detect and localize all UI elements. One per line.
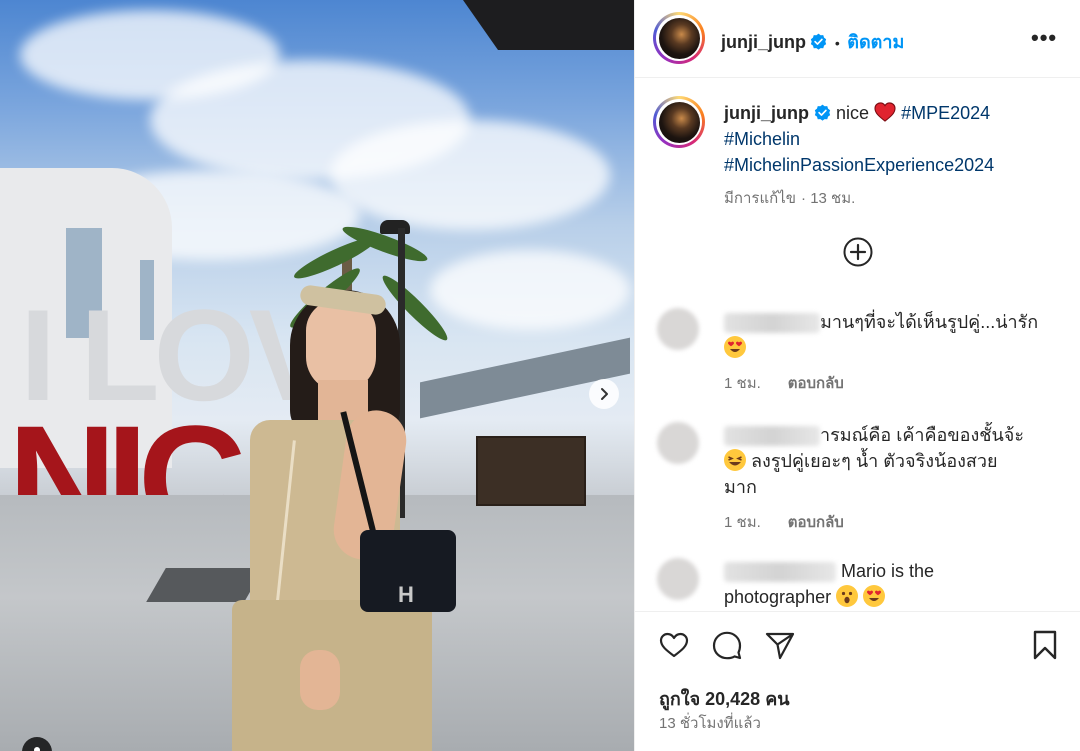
comment-text: มาก [724, 477, 757, 497]
red-heart-icon [874, 102, 896, 122]
commenter-avatar[interactable] [657, 558, 699, 600]
commenter-avatar[interactable] [657, 422, 699, 464]
street-lamp-head [380, 220, 410, 234]
likes-count[interactable]: ถูกใจ 20,428 คน [659, 684, 790, 713]
comment-icon[interactable] [710, 628, 744, 662]
next-arrow-icon [601, 388, 608, 400]
post-side-panel: junji_junp • ติดตาม ••• junji_junp nice … [634, 0, 1080, 751]
caption-avatar[interactable] [653, 96, 705, 148]
caption-time: 13 ชม. [810, 190, 856, 207]
author-username[interactable]: junji_junp [721, 32, 806, 52]
comment-text: ลงรูปคู่เยอะๆ น้ำ ตัวจริงน้องสวย [751, 451, 998, 471]
hashtag-link[interactable]: #Michelin [724, 129, 800, 149]
hashtag-link[interactable]: #MichelinPassionExperience2024 [724, 155, 994, 175]
post-header: junji_junp • ติดตาม ••• [635, 0, 1080, 78]
caption: junji_junp nice #MPE2024 #Michelin #Mich… [724, 102, 995, 207]
separator-dot: • [834, 35, 840, 51]
comment-time: 1 ชม. [724, 375, 761, 392]
sky-cloud [330, 120, 610, 230]
header-author-line: junji_junp • ติดตาม [721, 27, 904, 56]
sky-cloud [430, 250, 630, 330]
planter [476, 436, 586, 506]
author-avatar[interactable] [653, 12, 705, 64]
commenter-avatar[interactable] [657, 308, 699, 350]
tag-person-icon [34, 747, 40, 751]
astonished-emoji-icon [836, 585, 859, 607]
post-actions [635, 628, 1080, 668]
share-icon[interactable] [763, 628, 797, 662]
person-face [306, 300, 376, 392]
edited-label: มีการแก้ไข [724, 190, 796, 207]
heart-eyes-emoji-icon [724, 336, 746, 358]
comment-time: 1 ชม. [724, 514, 761, 531]
caption-text: nice [836, 103, 870, 123]
comment-text: photographer [724, 587, 832, 607]
hashtag-link[interactable]: #MPE2024 [901, 103, 990, 123]
bag-logo: H [398, 582, 414, 607]
verified-badge-icon [814, 104, 831, 121]
add-circle-icon[interactable] [842, 236, 874, 268]
comment-text: ารมณ์คือ เค้าคือของชั้นจ้ะ [820, 425, 1024, 445]
heart-eyes-emoji-icon [863, 585, 886, 607]
more-options-button[interactable]: ••• [1031, 27, 1057, 49]
next-photo-button[interactable] [589, 379, 619, 409]
verified-badge-icon [811, 33, 827, 50]
laughing-emoji-icon [724, 449, 746, 471]
comment-text: มานๆที่จะได้เห็นรูปคู่...น่ารัก [820, 312, 1039, 332]
heart-icon[interactable] [657, 628, 691, 662]
post-time-ago[interactable]: 13 ชั่วโมงที่แล้ว [659, 711, 761, 735]
post-photo[interactable]: I LOV NIC H [0, 0, 634, 751]
commenter-username[interactable] [724, 426, 820, 447]
roof-awning [441, 0, 634, 50]
actions-divider [635, 611, 1080, 612]
bookmark-icon[interactable] [1028, 628, 1062, 662]
floor-grate [146, 568, 264, 602]
reply-button[interactable]: ตอบกลับ [788, 375, 844, 392]
reply-button[interactable]: ตอบกลับ [788, 514, 844, 531]
follow-button[interactable]: ติดตาม [847, 32, 904, 52]
comment-text: Mario is the [841, 561, 935, 581]
commenter-username[interactable] [724, 562, 836, 583]
commenter-username[interactable] [724, 313, 820, 334]
caption-username[interactable]: junji_junp [724, 103, 809, 123]
